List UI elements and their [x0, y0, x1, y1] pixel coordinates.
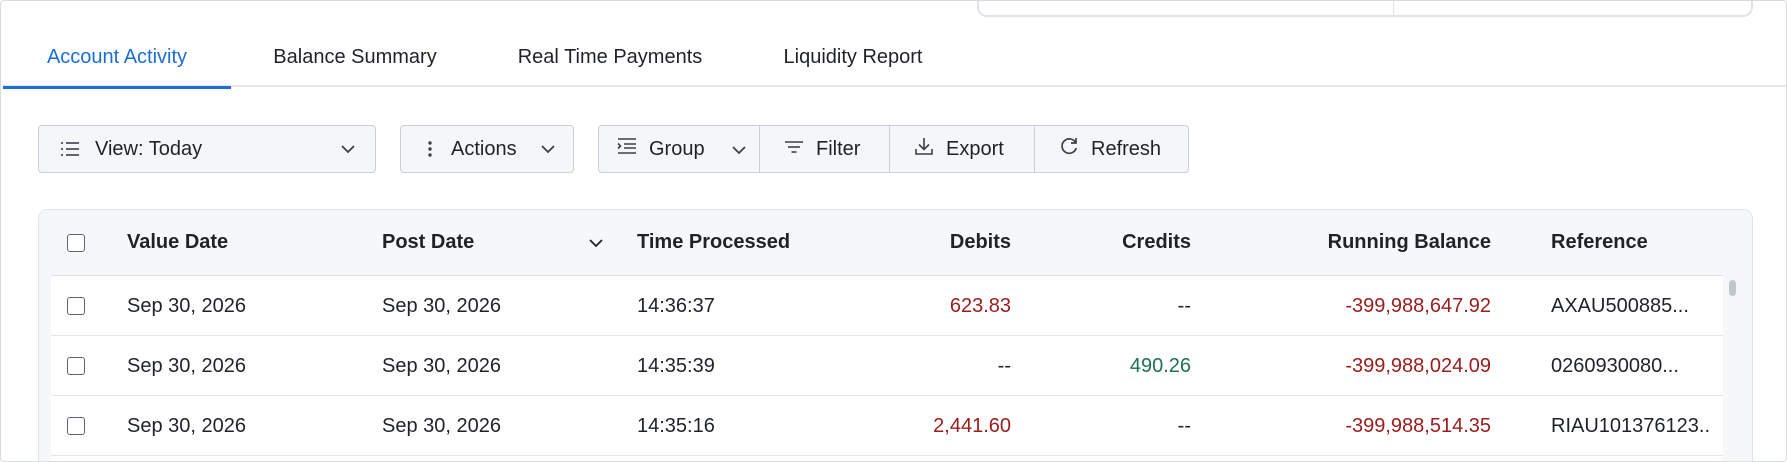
table-row[interactable]: Sep 30, 2026 Sep 30, 2026 14:36:37 623.8…: [51, 276, 1723, 336]
row-select-cell: [67, 336, 91, 396]
cell-post-date: Sep 30, 2026: [382, 414, 501, 437]
group-button-label: Group: [649, 137, 705, 160]
table-header: Value Date Post Date Time Processed Debi…: [39, 210, 1752, 275]
column-header-post-date[interactable]: Post Date: [382, 210, 562, 275]
group-button[interactable]: Group: [599, 126, 759, 172]
cell-time-processed: 14:35:39: [637, 354, 715, 377]
table-row[interactable]: Sep 30, 2026 Sep 30, 2026 14:35:16 2,441…: [51, 396, 1723, 456]
actions-dropdown-label: Actions: [451, 137, 517, 160]
cell-debits: 623.83: [949, 294, 1011, 317]
view-dropdown-label: View: Today: [95, 137, 203, 160]
chevron-down-icon: [537, 138, 559, 160]
tab-account-activity[interactable]: Account Activity: [3, 27, 231, 89]
cell-time-processed: 14:35:16: [637, 414, 715, 437]
more-vertical-icon: [419, 138, 441, 160]
refresh-button-label: Refresh: [1091, 137, 1162, 160]
export-button-label: Export: [946, 137, 1004, 160]
filter-button[interactable]: Filter: [760, 126, 889, 172]
tab-bar: Account Activity Balance Summary Real Ti…: [3, 27, 1786, 89]
row-select-cell: [67, 276, 91, 336]
row-select-cell: [67, 396, 91, 456]
chevron-down-icon: [731, 138, 747, 161]
indent-list-icon: [617, 137, 637, 161]
cell-reference: 0260930080...: [1551, 354, 1679, 377]
refresh-button[interactable]: Refresh: [1035, 126, 1188, 172]
select-all-cell: [67, 210, 91, 275]
summary-card-divider: [1393, 1, 1394, 15]
cell-reference: RIAU101376123...: [1551, 414, 1711, 437]
row-checkbox[interactable]: [67, 297, 85, 315]
cell-debits: --: [997, 354, 1011, 377]
cell-debits: 2,441.60: [933, 414, 1011, 437]
tab-real-time-payments[interactable]: Real Time Payments: [503, 27, 717, 87]
column-header-debits[interactable]: Debits: [859, 210, 1011, 275]
column-header-credits[interactable]: Credits: [1031, 210, 1191, 275]
actions-dropdown[interactable]: Actions: [400, 125, 574, 173]
summary-card-edge: [977, 1, 1753, 17]
cell-reference: AXAU500885...: [1551, 294, 1689, 317]
app-frame: Account Activity Balance Summary Real Ti…: [0, 0, 1787, 462]
cell-credits: --: [1177, 294, 1191, 317]
column-header-reference[interactable]: Reference: [1551, 210, 1731, 275]
chevron-down-icon: [588, 231, 604, 254]
cell-value-date: Sep 30, 2026: [127, 294, 246, 317]
cell-value-date: Sep 30, 2026: [127, 414, 246, 437]
cell-running-balance: -399,988,647.92: [1345, 294, 1491, 317]
tab-liquidity-report[interactable]: Liquidity Report: [755, 27, 951, 87]
download-icon: [914, 136, 934, 162]
filter-button-label: Filter: [816, 137, 861, 160]
account-activity-table: Value Date Post Date Time Processed Debi…: [38, 209, 1753, 461]
cell-post-date: Sep 30, 2026: [382, 354, 501, 377]
column-header-running-balance[interactable]: Running Balance: [1211, 210, 1491, 275]
refresh-icon: [1059, 136, 1079, 162]
sort-toggle[interactable]: [584, 210, 608, 275]
column-header-value-date[interactable]: Value Date: [127, 210, 347, 275]
filter-icon: [784, 138, 804, 161]
column-header-time-processed[interactable]: Time Processed: [637, 210, 857, 275]
select-all-checkbox[interactable]: [67, 233, 85, 252]
cell-value-date: Sep 30, 2026: [127, 354, 246, 377]
view-dropdown[interactable]: View: Today: [38, 125, 376, 173]
row-checkbox[interactable]: [67, 417, 85, 435]
cell-time-processed: 14:36:37: [637, 294, 715, 317]
chevron-down-icon: [337, 138, 359, 160]
cell-credits: 490.26: [1129, 354, 1191, 377]
list-icon: [59, 138, 81, 160]
table-body: Sep 30, 2026 Sep 30, 2026 14:36:37 623.8…: [51, 275, 1723, 461]
table-row[interactable]: Sep 30, 2026 Sep 30, 2026 14:35:39 -- 49…: [51, 336, 1723, 396]
tab-balance-summary[interactable]: Balance Summary: [239, 27, 471, 87]
cell-running-balance: -399,988,024.09: [1345, 354, 1491, 377]
cell-post-date: Sep 30, 2026: [382, 294, 501, 317]
vertical-scrollbar-thumb[interactable]: [1729, 280, 1736, 296]
cell-running-balance: -399,988,514.35: [1345, 414, 1491, 437]
row-checkbox[interactable]: [67, 357, 85, 375]
table-action-group: Group Filter Export Refresh: [598, 125, 1189, 173]
export-button[interactable]: Export: [890, 126, 1034, 172]
cell-credits: --: [1177, 414, 1191, 437]
